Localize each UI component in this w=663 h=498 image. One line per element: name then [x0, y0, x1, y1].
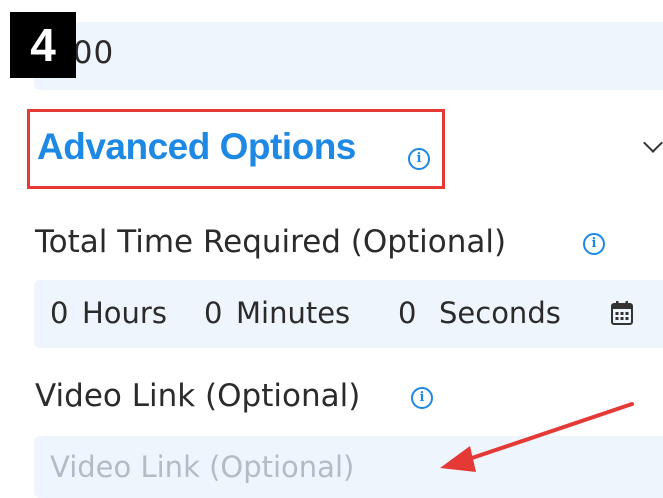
total-time-field[interactable]: 0 Hours 0 Minutes 0 Seconds [34, 280, 663, 348]
advanced-options-title: Advanced Options [37, 126, 356, 167]
seconds-value: 0 [398, 296, 417, 330]
screen: 000 4 Advanced Options i Total Time Requ… [0, 0, 663, 498]
total-time-label: Total Time Required (Optional) [35, 224, 507, 260]
video-link-placeholder: Video Link (Optional) [50, 450, 355, 484]
hours-value: 0 [50, 296, 69, 330]
calendar-icon[interactable] [610, 300, 634, 326]
hours-label: Hours [82, 296, 167, 330]
info-icon[interactable]: i [408, 148, 430, 170]
step-number-badge: 4 [10, 12, 76, 78]
video-link-input[interactable]: Video Link (Optional) [34, 436, 663, 498]
minutes-value: 0 [204, 296, 223, 330]
info-icon[interactable]: i [411, 387, 433, 409]
chevron-down-icon[interactable] [643, 133, 663, 153]
minutes-label: Minutes [236, 296, 351, 330]
video-link-label: Video Link (Optional) [35, 378, 361, 414]
info-icon[interactable]: i [583, 233, 605, 255]
seconds-label: Seconds [439, 296, 561, 330]
advanced-options-toggle[interactable]: Advanced Options [37, 126, 356, 168]
target-value-field[interactable]: 000 [34, 22, 663, 90]
